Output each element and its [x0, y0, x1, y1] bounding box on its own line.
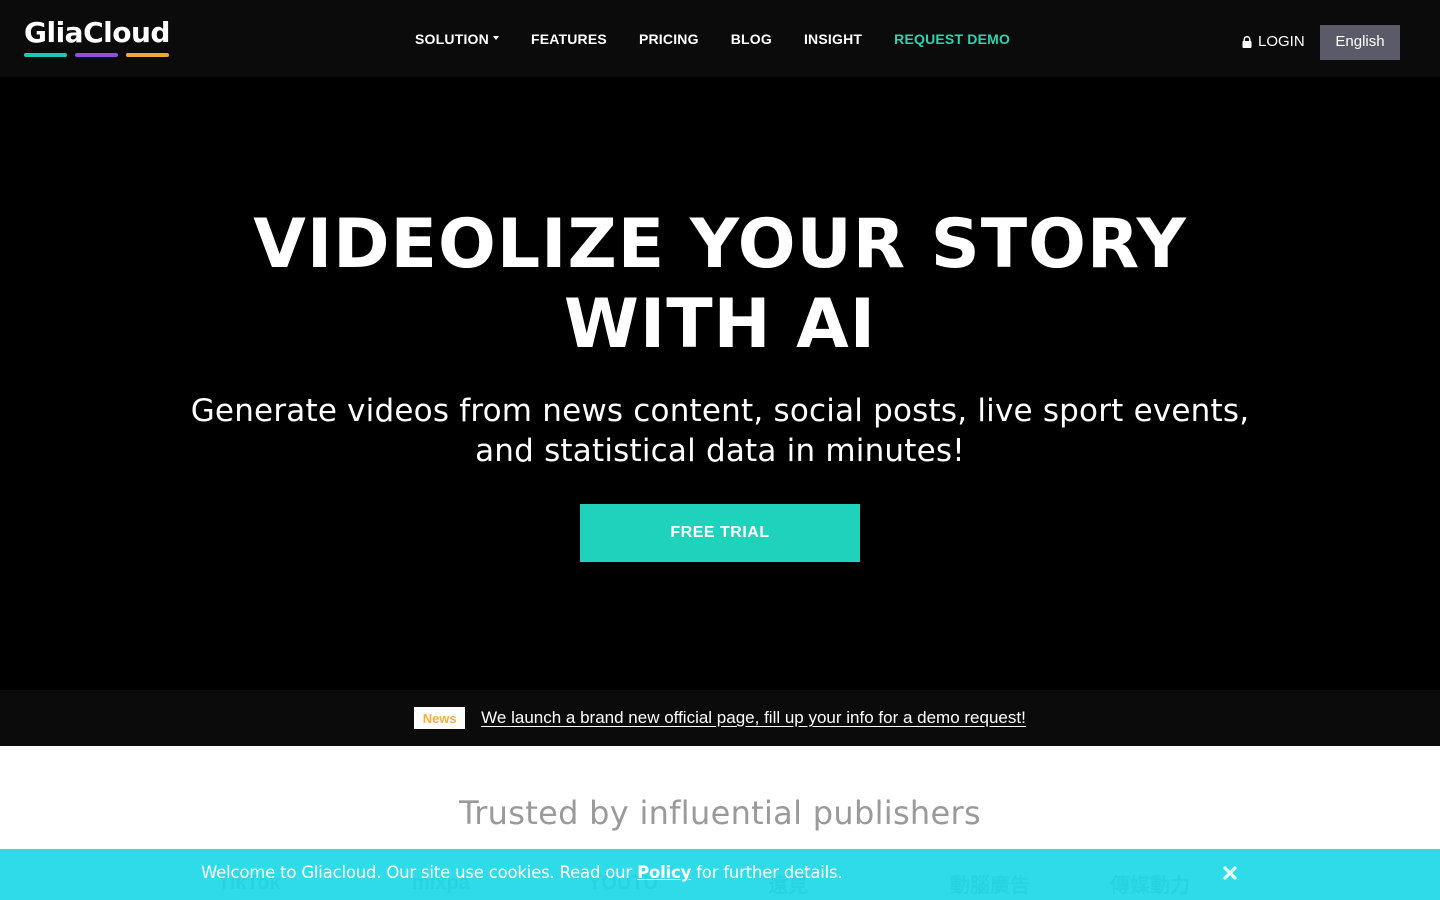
login-label: LOGIN [1258, 33, 1305, 50]
login-link[interactable]: LOGIN [1242, 33, 1305, 50]
trusted-title: Trusted by influential publishers [459, 794, 981, 832]
news-badge: News [414, 707, 466, 729]
hero-title-line2: WITH AI [563, 285, 877, 364]
close-icon[interactable] [1222, 865, 1238, 881]
news-bar: News We launch a brand new official page… [0, 690, 1440, 746]
nav-insight[interactable]: INSIGHT [804, 31, 862, 47]
hero-title: VIDEOLIZE YOUR STORY WITH AI [0, 205, 1440, 365]
news-link[interactable]: We launch a brand new official page, fil… [481, 708, 1026, 728]
nav-features[interactable]: FEATURES [531, 31, 607, 47]
hero-title-line1: VIDEOLIZE YOUR STORY [253, 205, 1187, 284]
top-navbar: GliaCloud SOLUTION FEATURES PRICING BLOG… [0, 0, 1440, 77]
hero-subtitle: Generate videos from news content, socia… [0, 391, 1440, 471]
logo-color-bars [24, 53, 170, 57]
logo-bar-orange [126, 53, 169, 57]
main-nav: SOLUTION FEATURES PRICING BLOG INSIGHT R… [415, 0, 1010, 77]
nav-pricing[interactable]: PRICING [639, 31, 699, 47]
policy-link[interactable]: Policy [637, 863, 691, 882]
logo-bar-purple [75, 53, 118, 57]
lock-icon [1242, 35, 1252, 48]
hero-section: VIDEOLIZE YOUR STORY WITH AI Generate vi… [0, 77, 1440, 690]
cookie-banner: Welcome to Gliacloud. Our site use cooki… [0, 849, 1440, 900]
hero-subtitle-line1: Generate videos from news content, socia… [190, 393, 1250, 429]
logo-bar-teal [24, 53, 67, 57]
cookie-text-after: for further details. [691, 863, 843, 882]
cookie-text: Welcome to Gliacloud. Our site use cooki… [201, 863, 843, 882]
cookie-text-before: Welcome to Gliacloud. Our site use cooki… [201, 863, 638, 882]
nav-blog[interactable]: BLOG [731, 31, 772, 47]
nav-solution[interactable]: SOLUTION [415, 31, 499, 47]
nav-request-demo[interactable]: REQUEST DEMO [894, 31, 1010, 47]
free-trial-button[interactable]: FREE TRIAL [580, 504, 860, 562]
gliacloud-logo[interactable]: GliaCloud [24, 17, 170, 59]
logo-text: GliaCloud [24, 16, 170, 49]
language-selector[interactable]: English [1320, 25, 1400, 60]
hero-subtitle-line2: and statistical data in minutes! [475, 433, 965, 469]
chevron-down-icon [492, 35, 499, 40]
nav-solution-label: SOLUTION [415, 30, 489, 47]
